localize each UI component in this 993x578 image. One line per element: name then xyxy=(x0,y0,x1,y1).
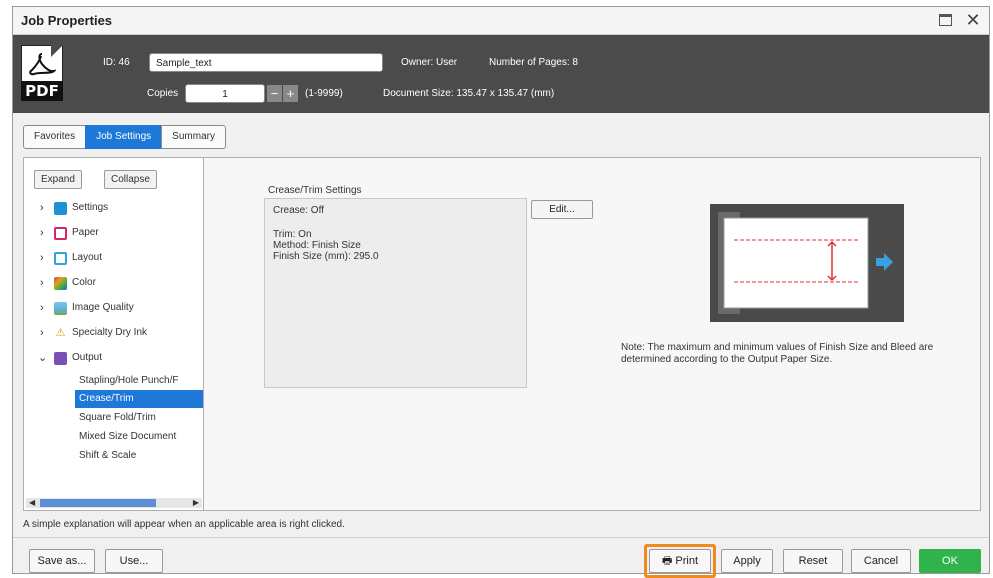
title-bar: Job Properties ✕ xyxy=(13,7,989,35)
tree-item-color[interactable]: › Color xyxy=(24,273,203,293)
job-properties-window: Job Properties ✕ PDF ID: 46 Sample_text … xyxy=(12,6,990,578)
use-button[interactable]: Use... xyxy=(105,549,163,573)
chevron-right-icon: › xyxy=(40,252,44,264)
ok-button[interactable]: OK xyxy=(919,549,981,573)
sub-item-square-fold[interactable]: Square Fold/Trim xyxy=(75,409,203,427)
edit-button[interactable]: Edit... xyxy=(531,200,593,219)
save-as-button[interactable]: Save as... xyxy=(29,549,95,573)
tree-item-label: Image Quality xyxy=(72,302,134,313)
tree-item-specialty-dry-ink[interactable]: › ⚠ Specialty Dry Ink xyxy=(24,323,203,343)
tree-horizontal-scrollbar[interactable]: ◀ ▶ xyxy=(26,498,202,508)
tree-item-label: Paper xyxy=(72,227,99,238)
collapse-button[interactable]: Collapse xyxy=(104,170,157,189)
settings-content: Expand Collapse › Settings › Paper › Lay… xyxy=(23,157,981,511)
tree-item-label: Settings xyxy=(72,202,109,213)
close-icon[interactable]: ✕ xyxy=(963,10,983,30)
job-name-field[interactable]: Sample_text xyxy=(149,53,383,72)
settings-icon xyxy=(54,202,67,215)
scrollbar-thumb[interactable] xyxy=(40,499,156,507)
reset-button[interactable]: Reset xyxy=(783,549,843,573)
pages-text: Number of Pages: 8 xyxy=(489,57,578,68)
tab-summary[interactable]: Summary xyxy=(161,125,226,149)
scroll-right-icon[interactable]: ▶ xyxy=(193,498,199,508)
chevron-down-icon: ⌄ xyxy=(38,352,48,364)
copies-range: (1-9999) xyxy=(305,88,343,99)
tree-item-label: Color xyxy=(72,277,96,288)
tab-bar: Favorites Job Settings Summary xyxy=(23,125,226,149)
tree-item-output[interactable]: ⌄ Output xyxy=(24,348,203,368)
status-text: A simple explanation will appear when an… xyxy=(23,519,345,530)
chevron-right-icon: › xyxy=(40,327,44,339)
size-note: Note: The maximum and minimum values of … xyxy=(621,342,934,365)
crease-value: Crease: Off xyxy=(273,205,324,216)
job-header: PDF ID: 46 Sample_text Owner: User Numbe… xyxy=(13,35,989,113)
sub-item-stapling[interactable]: Stapling/Hole Punch/F xyxy=(75,372,203,390)
trim-preview-image xyxy=(710,204,904,322)
tree-item-label: Layout xyxy=(72,252,103,263)
crease-trim-summary: Crease: Off Trim: On Method: Finish Size… xyxy=(264,198,527,388)
layout-icon xyxy=(54,252,67,265)
tree-item-label: Specialty Dry Ink xyxy=(72,327,148,338)
tree-item-settings[interactable]: › Settings xyxy=(24,198,203,218)
chevron-right-icon: › xyxy=(40,277,44,289)
method-value: Method: Finish Size xyxy=(273,240,361,251)
chevron-right-icon: › xyxy=(40,302,44,314)
print-label: Print xyxy=(675,555,699,567)
tree-item-layout[interactable]: › Layout xyxy=(24,248,203,268)
sub-item-shift-scale[interactable]: Shift & Scale xyxy=(75,447,203,465)
pdf-label: PDF xyxy=(21,81,63,101)
printer-icon: 🖶 xyxy=(661,555,673,567)
tab-favorites[interactable]: Favorites xyxy=(23,125,87,149)
footer-divider xyxy=(13,537,989,538)
image-quality-icon xyxy=(54,302,67,315)
expand-button[interactable]: Expand xyxy=(34,170,82,189)
cancel-button[interactable]: Cancel xyxy=(851,549,911,573)
paper-icon xyxy=(54,227,67,240)
owner-text: Owner: User xyxy=(401,57,458,68)
print-button[interactable]: 🖶 Print xyxy=(649,549,711,573)
sub-item-mixed-size[interactable]: Mixed Size Document xyxy=(75,428,203,446)
specialty-ink-icon: ⚠ xyxy=(55,327,66,339)
chevron-right-icon: › xyxy=(40,202,44,214)
finish-size-value: Finish Size (mm): 295.0 xyxy=(273,251,379,262)
tree-item-paper[interactable]: › Paper xyxy=(24,223,203,243)
copies-increment-button[interactable]: + xyxy=(283,85,298,102)
copies-label: Copies xyxy=(147,88,179,99)
copies-input[interactable]: 1 xyxy=(185,84,265,103)
trim-value: Trim: On xyxy=(273,229,312,240)
maximize-icon[interactable] xyxy=(935,10,955,30)
job-id: ID: 46 xyxy=(103,57,130,68)
window-title: Job Properties xyxy=(21,13,113,28)
copies-decrement-button[interactable]: − xyxy=(267,85,282,102)
tree-item-image-quality[interactable]: › Image Quality xyxy=(24,298,203,318)
color-icon xyxy=(54,277,67,290)
apply-button[interactable]: Apply xyxy=(721,549,773,573)
section-title: Crease/Trim Settings xyxy=(268,185,362,196)
output-icon xyxy=(54,352,67,365)
tree-item-label: Output xyxy=(72,352,103,363)
sub-item-crease-trim[interactable]: Crease/Trim xyxy=(75,390,203,408)
document-size-text: Document Size: 135.47 x 135.47 (mm) xyxy=(383,88,555,99)
pdf-file-icon: PDF xyxy=(21,45,63,101)
tab-job-settings[interactable]: Job Settings xyxy=(85,125,163,149)
scroll-left-icon[interactable]: ◀ xyxy=(29,498,35,508)
settings-tree: Expand Collapse › Settings › Paper › Lay… xyxy=(24,158,204,510)
chevron-right-icon: › xyxy=(40,227,44,239)
